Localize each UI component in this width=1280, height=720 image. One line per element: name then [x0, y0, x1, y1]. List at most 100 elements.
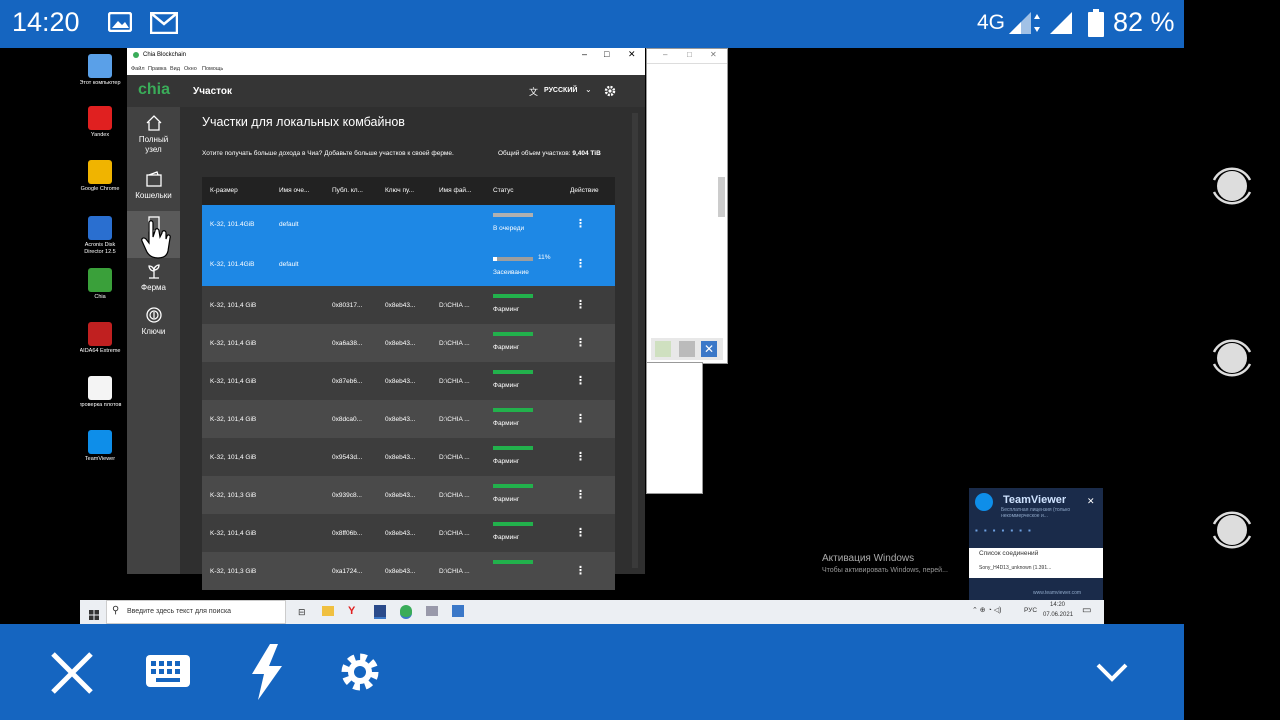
sidebar-item-farm[interactable]: Ферма: [127, 262, 180, 293]
teamviewer-link[interactable]: www.teamviewer.com: [1033, 590, 1081, 596]
maximize-button[interactable]: □: [604, 49, 609, 59]
translate-icon[interactable]: 文: [529, 85, 538, 98]
add-icon[interactable]: [655, 341, 671, 357]
sidebar-item-full-node[interactable]: Полный узел: [127, 114, 180, 155]
table-row[interactable]: K-32, 101,4 GiB 0x8ff06b... 0x8eb43... D:\C…: [202, 514, 615, 552]
menu-item[interactable]: Помощь: [202, 66, 223, 72]
desktop-icon[interactable]: Google Chrome: [80, 160, 123, 193]
status-progress-bar: [493, 522, 533, 526]
settings-gear-icon[interactable]: [604, 84, 616, 97]
row-actions-more-icon[interactable]: ⋮: [575, 257, 586, 270]
connection-session[interactable]: Sony_H4D13_unknown (1.391...: [979, 565, 1051, 571]
table-row[interactable]: K-32, 101,4 GiB 0x9543d... 0x8eb43... D:\CH…: [202, 438, 615, 476]
table-row[interactable]: K-32, 101,4 GiB 0x80317... 0x8eb43... D:\CH…: [202, 286, 615, 324]
lightning-icon[interactable]: [248, 644, 284, 700]
desktop-icon[interactable]: Yandex: [80, 106, 123, 139]
chevron-down-icon[interactable]: [1096, 662, 1128, 682]
sidebar-item-keys[interactable]: Ключи: [127, 306, 180, 337]
chia-app-icon: [133, 52, 139, 58]
windows-start-icon[interactable]: [89, 607, 99, 620]
row-actions-more-icon[interactable]: ⋮: [575, 488, 586, 501]
desktop-icon[interactable]: AIDA64 Extreme: [80, 322, 123, 355]
teamviewer-panel[interactable]: TeamViewer ✕ Бесплатная лицензия (только…: [969, 488, 1103, 600]
teamviewer-toolbar-icons[interactable]: ▪▪▪▪▪▪▪: [975, 526, 1085, 536]
background-window-controls[interactable]: – □ ✕: [647, 49, 727, 64]
close-icon[interactable]: ✕: [1087, 496, 1095, 507]
table-row[interactable]: K-32, 101,3 GiB 0x939c8... 0x8eb43... D:\CH…: [202, 476, 615, 514]
row-actions-more-icon[interactable]: ⋮: [575, 412, 586, 425]
table-row[interactable]: K-32, 101,4 GiB 0xa6a38... 0x8eb43... D:\CH…: [202, 324, 615, 362]
language-indicator[interactable]: РУС: [1024, 607, 1037, 614]
status-text: Фарминг: [493, 344, 520, 351]
desktop-icon[interactable]: Acronis Disk Director 12.5: [80, 216, 123, 256]
task-view-icon[interactable]: ⊟: [298, 607, 306, 618]
background-window-lower[interactable]: [646, 362, 703, 494]
desktop-icon-label: Этот компьютер: [80, 80, 121, 86]
signal-icon: [1048, 10, 1074, 36]
desktop-icon-image: [88, 106, 112, 130]
menu-item[interactable]: Правка: [148, 66, 167, 72]
clock-date[interactable]: 07.06.2021: [1043, 612, 1073, 618]
row-actions-more-icon[interactable]: ⋮: [575, 217, 586, 230]
app-icon[interactable]: [426, 606, 438, 616]
table-row[interactable]: K-32, 101,3 GiB 0xa1724... 0x8eb43... D:\CH…: [202, 552, 615, 590]
minimize-button[interactable]: –: [582, 49, 587, 59]
table-cell-size: K-32, 101,4 GiB: [210, 302, 257, 309]
menu-item[interactable]: Файл: [131, 66, 145, 72]
connection-list[interactable]: Список соединений Sony_H4D13_unknown (1.…: [969, 548, 1103, 578]
desktop-icon[interactable]: Этот компьютер: [80, 54, 123, 87]
taskbar-search[interactable]: ⚲ Введите здесь текст для поиска: [106, 600, 286, 624]
delete-icon[interactable]: ✕: [701, 341, 717, 357]
menu-item[interactable]: Окно: [184, 66, 197, 72]
file-explorer-icon[interactable]: [322, 606, 334, 616]
table-cell-file: D:\CHIA ...: [439, 492, 470, 499]
tray-icons[interactable]: ⌃ ⊕ ◔ ◁): [972, 606, 1002, 614]
chevron-down-icon[interactable]: ⌄: [585, 85, 592, 94]
camera-control-button[interactable]: [1210, 508, 1254, 552]
desktop-icon[interactable]: TeamViewer: [80, 430, 123, 463]
desktop-icon-label: проверка плотов: [80, 402, 122, 408]
camera-control-button[interactable]: [1210, 336, 1254, 380]
row-actions-more-icon[interactable]: ⋮: [575, 564, 586, 577]
status-progress-bar: [493, 294, 533, 298]
row-actions-more-icon[interactable]: ⋮: [575, 336, 586, 349]
table-row[interactable]: K-32, 101.4GiB default 11% Засеивание ⋮: [202, 243, 615, 286]
scrollbar[interactable]: [718, 177, 725, 217]
remote-desktop[interactable]: Этот компьютер Yandex Google Chrome Acronis…: [80, 48, 1104, 624]
close-session-icon[interactable]: [49, 650, 95, 696]
app-icon[interactable]: [452, 605, 464, 617]
desktop-icon[interactable]: проверка плотов: [80, 376, 123, 409]
yandex-icon[interactable]: Y: [348, 605, 355, 617]
chia-taskbar-icon[interactable]: [400, 605, 412, 619]
table-row[interactable]: K-32, 101,4 GiB 0x87eb6... 0x8eb43... D:\CH…: [202, 362, 615, 400]
close-button[interactable]: ✕: [628, 49, 636, 60]
menu-item[interactable]: Вид: [170, 66, 180, 72]
desktop-icon-label: Google Chrome: [80, 186, 120, 192]
toolbar-buttons[interactable]: ✕: [651, 338, 723, 360]
refresh-icon[interactable]: [679, 341, 695, 357]
sidebar: Полный узел Кошельки Уч... Ферма Ключи: [127, 107, 180, 574]
chia-window[interactable]: Chia Blockchain – □ ✕ Файл Правка Вид Окно П…: [127, 48, 645, 590]
table-row[interactable]: K-32, 101,4 GiB 0x8dca0... 0x8eb43... D:\CH…: [202, 400, 615, 438]
notification-icon[interactable]: ▭: [1082, 605, 1091, 616]
scrollbar[interactable]: [632, 113, 638, 568]
settings-gear-icon[interactable]: [338, 650, 382, 694]
row-actions-more-icon[interactable]: ⋮: [575, 450, 586, 463]
sidebar-item-wallets[interactable]: Кошельки: [127, 170, 180, 201]
keyboard-icon[interactable]: [146, 655, 190, 687]
table-cell-size: K-32, 101,4 GiB: [210, 416, 257, 423]
clock-time[interactable]: 14:20: [1050, 602, 1065, 608]
table-row[interactable]: K-32, 101.4GiB default В очереди ⋮: [202, 205, 615, 244]
background-window[interactable]: – □ ✕ ✕: [646, 48, 728, 364]
language-selector[interactable]: РУССКИЙ: [544, 87, 577, 94]
camera-control-button[interactable]: [1210, 164, 1254, 208]
row-actions-more-icon[interactable]: ⋮: [575, 298, 586, 311]
row-actions-more-icon[interactable]: ⋮: [575, 374, 586, 387]
status-text: Фарминг: [493, 496, 520, 503]
window-titlebar[interactable]: Chia Blockchain – □ ✕: [127, 48, 645, 64]
row-actions-more-icon[interactable]: ⋮: [575, 526, 586, 539]
app-icon[interactable]: [374, 605, 386, 619]
desktop-icon[interactable]: Chia: [80, 268, 123, 301]
status-text: В очереди: [493, 225, 525, 232]
table-cell-pub: 0xa1724...: [332, 568, 363, 575]
